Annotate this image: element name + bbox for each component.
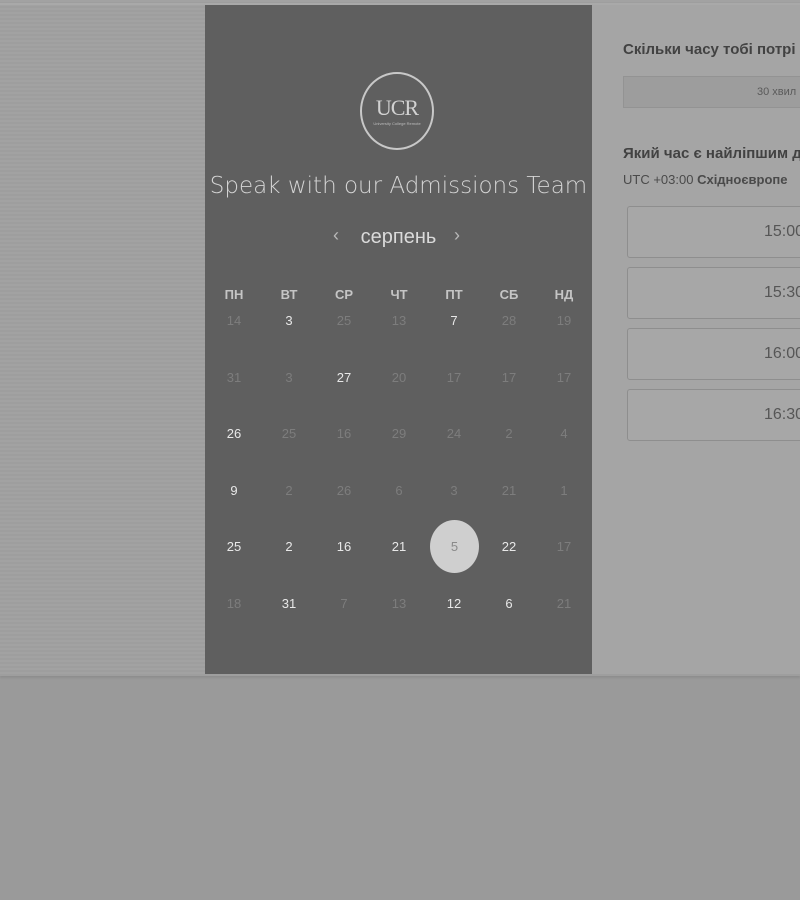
calendar-day: 3: [450, 482, 458, 498]
calendar-day[interactable]: 27: [320, 353, 368, 401]
calendar-day[interactable]: 25: [210, 522, 258, 570]
calendar-day: 16: [336, 425, 352, 441]
calendar-panel: UCR University College Remote Speak with…: [205, 5, 592, 674]
time-slot[interactable]: 16:30: [627, 389, 800, 441]
calendar-day: 17: [501, 369, 517, 385]
calendar-day-selected[interactable]: 5: [430, 520, 479, 573]
calendar-day[interactable]: 22: [485, 522, 533, 570]
calendar-day: 18: [226, 595, 242, 611]
time-slot[interactable]: 15:00: [627, 206, 800, 258]
timezone-name: Східноєвропе: [697, 172, 788, 187]
calendar-day[interactable]: 21: [375, 522, 423, 570]
calendar-day: 20: [391, 369, 407, 385]
calendar-day[interactable]: 26: [210, 409, 258, 457]
calendar-day[interactable]: 9: [210, 466, 258, 514]
time-slot[interactable]: 15:30: [627, 267, 800, 319]
calendar-day: 3: [285, 369, 293, 385]
calendar-day: 29: [391, 425, 407, 441]
calendar-day[interactable]: 12: [430, 579, 478, 627]
timezone-offset: UTC +03:00: [623, 172, 694, 187]
calendar-day: 14: [226, 312, 242, 328]
calendar-day[interactable]: 31: [265, 579, 313, 627]
calendar-day: 21: [556, 595, 572, 611]
calendar-day[interactable]: 3: [265, 296, 313, 344]
calendar-day: 2: [505, 425, 513, 441]
calendar-day: 26: [336, 482, 352, 498]
calendar-day[interactable]: 6: [485, 579, 533, 627]
calendar-day: 21: [501, 482, 517, 498]
calendar-day: 25: [336, 312, 352, 328]
duration-select[interactable]: 30 хвил: [623, 76, 800, 108]
month-label: серпень: [360, 226, 437, 248]
logo-text: UCR: [375, 94, 419, 120]
calendar-day: 17: [556, 369, 572, 385]
timezone-label[interactable]: UTC +03:00 Східноєвропе: [623, 172, 788, 187]
calendar-day[interactable]: 2: [265, 522, 313, 570]
calendar-day: 4: [560, 425, 568, 441]
calendar-day: 19: [556, 312, 572, 328]
calendar-day: 25: [281, 425, 297, 441]
time-question: Який час є найліпшим д: [623, 145, 800, 162]
calendar-day: 13: [391, 595, 407, 611]
calendar-day: 31: [226, 369, 242, 385]
calendar-day: 17: [556, 538, 572, 554]
calendar-day: 7: [340, 595, 348, 611]
time-slot[interactable]: 16:00: [627, 328, 800, 380]
calendar-day: 24: [446, 425, 462, 441]
calendar-day: 1: [560, 482, 568, 498]
calendar-day: 13: [391, 312, 407, 328]
logo-subtitle: University College Remote: [373, 120, 421, 126]
calendar-day: 6: [395, 482, 403, 498]
page-title: Speak with our Admissions Team: [209, 173, 588, 199]
calendar-day: 28: [501, 312, 517, 328]
duration-question: Скільки часу тобі потрі: [623, 41, 796, 58]
ucr-logo: UCR University College Remote: [360, 72, 434, 150]
calendar-day: 17: [446, 369, 462, 385]
month-navigation: ‹ серпень ›: [205, 225, 592, 255]
calendar-day: 2: [285, 482, 293, 498]
calendar-day[interactable]: 7: [430, 296, 478, 344]
next-month-icon[interactable]: ›: [454, 225, 460, 246]
calendar-day[interactable]: 16: [320, 522, 368, 570]
booking-panel: Скільки часу тобі потрі 30 хвил Який час…: [592, 5, 800, 674]
